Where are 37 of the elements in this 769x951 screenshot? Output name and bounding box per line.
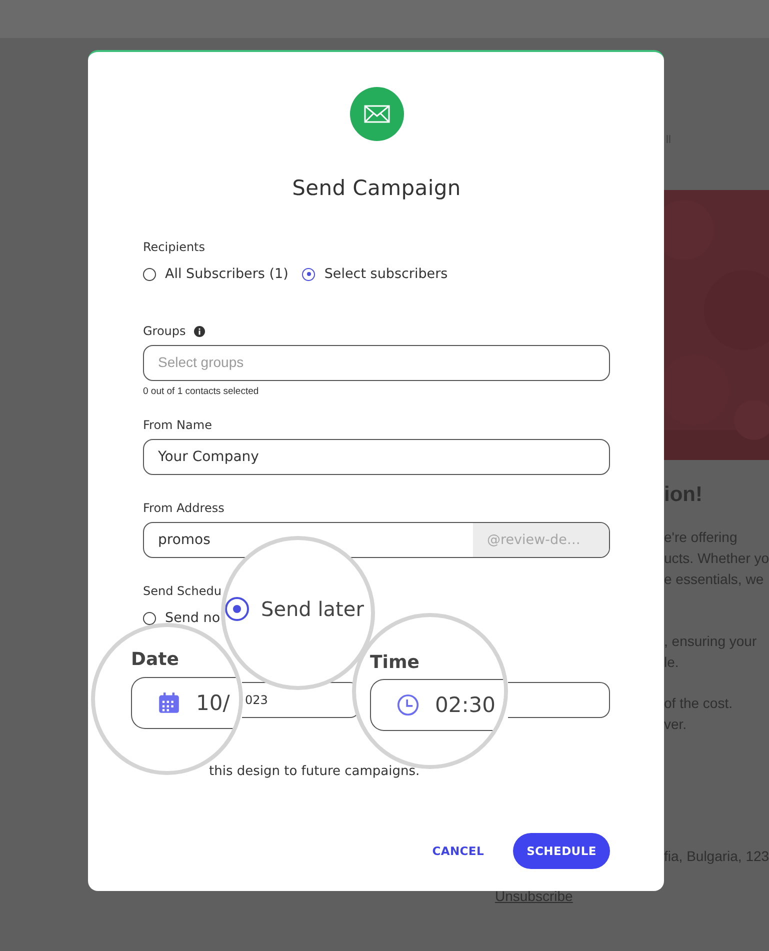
radio-option[interactable]: Send later [225,597,364,621]
radio-label: Send later [261,597,364,621]
field-label: Date [131,649,179,671]
field-label: Time [370,652,420,674]
schedule-button[interactable]: SCHEDULE [513,833,610,869]
field-label: Recipients [143,239,206,255]
radio-option[interactable]: All Subscribers (1) [143,265,288,283]
time-value: 02:30 [435,693,496,717]
radio-label: Select subscribers [324,265,448,283]
date-value: 10/ [196,691,230,715]
date-value: 023 [245,693,268,707]
envelope-icon [350,87,404,141]
checkbox-label: this design to future campaigns. [208,764,420,779]
cancel-button[interactable]: CANCEL [432,840,484,862]
field-value: promos [158,531,212,550]
from-name-field[interactable]: Your Company [143,439,610,475]
radio-button[interactable] [225,597,249,621]
groups-field[interactable]: Select groups [143,345,610,381]
time-field[interactable]: 02:30 [370,679,504,731]
field-label: From Address [143,500,224,516]
field-label: Send Schedu [143,583,222,599]
time-field[interactable] [508,682,610,718]
radio-button[interactable] [143,268,156,280]
radio-label: All Subscribers (1) [165,265,288,283]
hint-text: 0 out of 1 contacts selected [143,386,259,397]
date-field[interactable]: 10/ [131,677,239,729]
domain-suffix: @review-de… [473,523,609,557]
calendar-icon [158,692,180,714]
clock-icon [397,694,419,716]
radio-button[interactable] [302,268,316,280]
radio-label: Send no [165,609,220,627]
radio-option[interactable]: Select subscribers [302,265,448,283]
info-icon[interactable] [194,326,205,336]
from-address-field[interactable]: promos @review-de… [143,522,610,558]
field-label: From Name [143,417,212,433]
field-label: Groups [143,323,186,339]
dialog-title: Send Campaign [291,175,462,202]
